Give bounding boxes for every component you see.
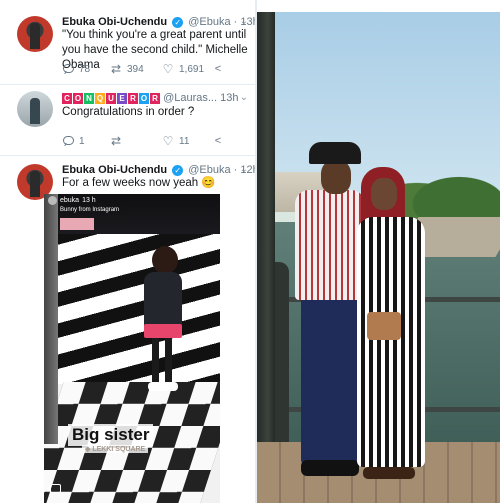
author-handle: @Ebuka (188, 16, 231, 28)
verified-badge-icon: ✓ (172, 16, 184, 28)
hat-icon (309, 142, 361, 164)
reply-icon (62, 63, 74, 75)
man-figure (295, 190, 365, 300)
like-button[interactable]: ♡ 1,691 (162, 63, 204, 75)
chevron-down-icon[interactable]: ⌄ (240, 164, 248, 175)
like-count: 1,691 (179, 63, 205, 75)
story-avatar (48, 196, 57, 205)
tweet-actions: 1 ⇄ ♡ 11 < (62, 135, 242, 151)
child-figure (152, 246, 178, 274)
share-button[interactable]: < (212, 135, 224, 147)
tweet-laura-reply[interactable]: CONQUEROR @Lauras... 13h ⌄ Congratulatio… (0, 85, 256, 150)
author-name[interactable]: CONQUEROR (62, 92, 160, 104)
chevron-down-icon[interactable]: ⌄ (240, 16, 248, 27)
tweet-feed: Ebuka Obi-Uchendu ✓ @Ebuka · 13h ⌄ "You … (0, 0, 256, 503)
tweet-time[interactable]: 13h (220, 92, 238, 104)
story-subtitle: Bunny from Instagram (60, 207, 120, 213)
share-icon: < (214, 135, 222, 147)
heart-icon: ♡ (162, 62, 174, 76)
tweet-text: Congratulations in order ? (62, 106, 195, 118)
camera-icon[interactable] (50, 484, 61, 493)
retweet-button[interactable]: ⇄ 394 (110, 63, 144, 75)
retweet-button[interactable]: ⇄ (110, 135, 127, 147)
tweet-text: For a few weeks now yeah 😊 (62, 177, 216, 189)
story-image[interactable]: ebuka 13 h Bunny from Instagram Big sist… (44, 194, 220, 503)
retweet-icon: ⇄ (110, 62, 122, 76)
share-icon: < (214, 63, 222, 75)
reply-count: 1 (79, 135, 85, 147)
woman-figure (357, 217, 425, 467)
avatar-ebuka[interactable] (17, 16, 53, 52)
share-button[interactable]: < (212, 63, 224, 75)
tweet-ebuka-reply[interactable]: Ebuka Obi-Uchendu ✓ @Ebuka · 12h ⌄ For a… (0, 156, 256, 200)
retweet-count: 394 (127, 63, 144, 75)
reply-icon (62, 135, 74, 147)
like-button[interactable]: ♡ 11 (162, 134, 190, 148)
reply-button[interactable]: 1 (62, 135, 85, 147)
author-name[interactable]: Ebuka Obi-Uchendu (62, 164, 167, 176)
story-header: ebuka 13 h (48, 196, 96, 205)
location-sticker: ◈ LEKKI SQUARE (82, 445, 149, 453)
story-user: ebuka (60, 197, 80, 204)
author-handle: @Ebuka (188, 164, 231, 176)
reply-button[interactable]: 78 (62, 63, 90, 75)
tweet-header: Ebuka Obi-Uchendu ✓ @Ebuka · 12h (62, 164, 256, 176)
story-caption: Big sister (68, 424, 154, 446)
author-name[interactable]: Ebuka Obi-Uchendu (62, 16, 167, 28)
avatar-laura[interactable] (17, 91, 53, 127)
tweet-header: Ebuka Obi-Uchendu ✓ @Ebuka · 13h (62, 16, 256, 28)
handbag (367, 312, 401, 340)
story-time: 13 h (82, 197, 96, 204)
like-count: 11 (179, 135, 190, 147)
couple-photo (257, 12, 500, 503)
chevron-down-icon[interactable]: ⌄ (240, 92, 248, 103)
verified-badge-icon: ✓ (172, 164, 184, 176)
tweet-actions: 78 ⇄ 394 ♡ 1,691 < (62, 63, 242, 79)
tweet-header: CONQUEROR @Lauras... 13h (62, 92, 238, 104)
reply-count: 78 (79, 63, 91, 75)
author-handle: @Lauras... (163, 92, 218, 104)
heart-icon: ♡ (162, 134, 174, 148)
tweet-ebuka-quote[interactable]: Ebuka Obi-Uchendu ✓ @Ebuka · 13h ⌄ "You … (0, 8, 256, 83)
retweet-icon: ⇄ (110, 134, 122, 148)
